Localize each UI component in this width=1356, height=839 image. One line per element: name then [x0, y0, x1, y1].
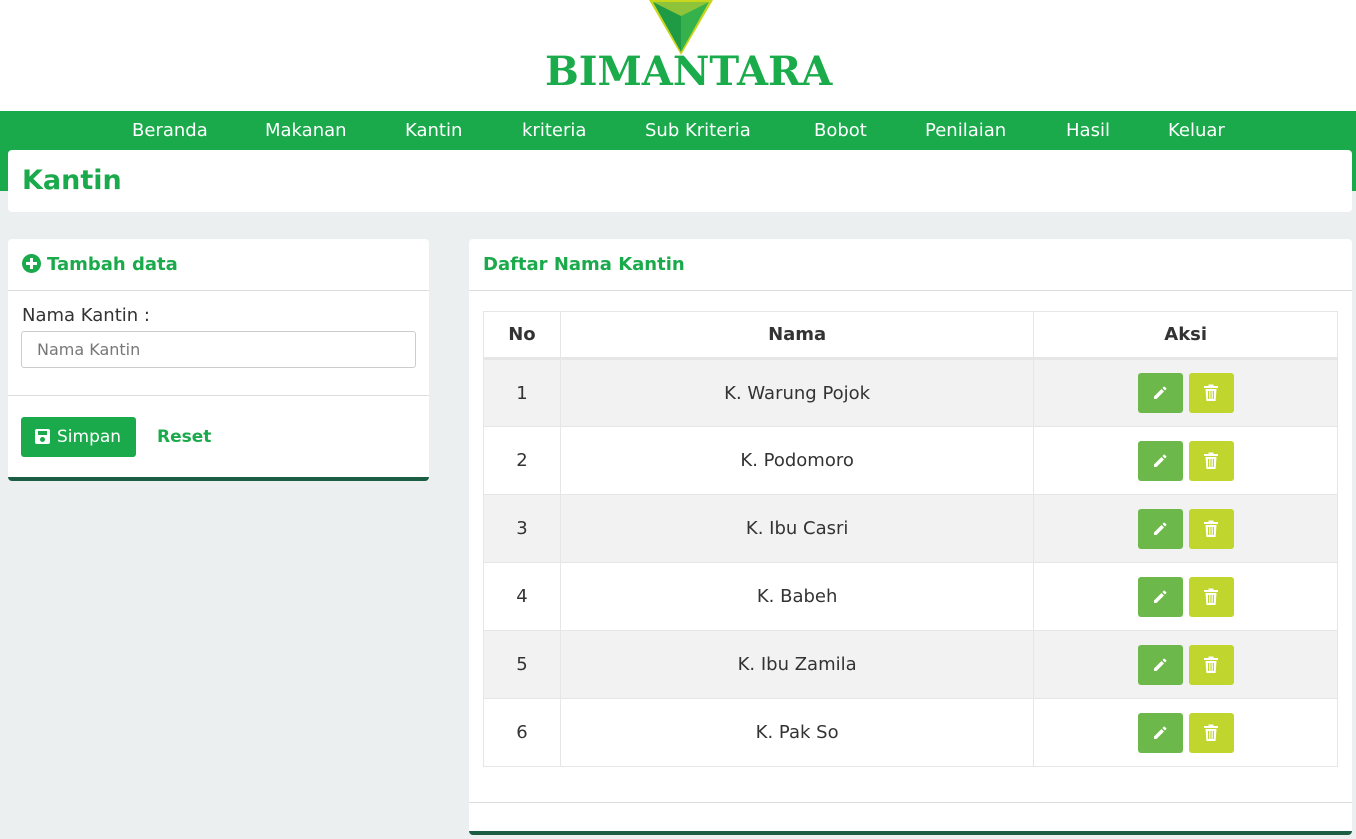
table-row: 2 K. Podomoro [483, 426, 1338, 495]
page-title: Kantin [22, 165, 122, 196]
cell-nama: K. Ibu Zamila [559, 630, 1035, 699]
column-header-no: No [483, 311, 561, 360]
delete-button[interactable] [1188, 644, 1234, 685]
cell-nama: K. Podomoro [559, 426, 1035, 495]
trash-icon [1189, 645, 1234, 685]
delete-button[interactable] [1188, 373, 1234, 413]
edit-button[interactable] [1137, 508, 1183, 549]
pencil-icon [1138, 509, 1183, 549]
cell-no: 6 [483, 698, 561, 767]
pencil-icon [1138, 645, 1183, 685]
table-row: 3 K. Ibu Casri [483, 494, 1338, 563]
nav-item-beranda[interactable]: Beranda [132, 120, 208, 141]
delete-button[interactable] [1188, 576, 1234, 617]
pencil-icon [1138, 441, 1183, 481]
column-header-aksi: Aksi [1033, 311, 1338, 360]
save-button[interactable]: Simpan [21, 417, 136, 457]
trash-icon [1189, 509, 1234, 549]
edit-button[interactable] [1137, 373, 1183, 413]
brand-name: BIMANTARA [545, 48, 833, 95]
cell-aksi [1033, 698, 1338, 767]
cell-no: 1 [483, 358, 561, 427]
cell-nama: K. Babeh [559, 562, 1035, 631]
edit-button[interactable] [1137, 576, 1183, 617]
table-row: 4 K. Babeh [483, 562, 1338, 631]
save-button-label: Simpan [57, 427, 122, 447]
form-divider [8, 395, 429, 396]
cell-no: 5 [483, 630, 561, 699]
card-footer-divider [469, 802, 1352, 803]
table-row: 6 K. Pak So [483, 698, 1338, 767]
edit-button[interactable] [1137, 440, 1183, 481]
bimantara-logo[interactable]: BIMANTARA [545, 0, 833, 95]
kantin-list-card: Daftar Nama Kantin No Nama Aksi 1 K. Waru… [469, 239, 1352, 835]
table-row: 1 K. Warung Pojok [483, 358, 1338, 427]
kantin-list-heading: Daftar Nama Kantin [483, 254, 685, 275]
add-data-heading: Tambah data [22, 254, 178, 275]
cell-nama: K. Pak So [559, 698, 1035, 767]
edit-button[interactable] [1137, 712, 1183, 753]
delete-button[interactable] [1188, 712, 1234, 753]
pencil-icon [1138, 373, 1183, 413]
column-header-nama: Nama [559, 311, 1035, 360]
table-body: 1 K. Warung Pojok 2 K. Podomoro 3 K. Ibu Casr… [483, 358, 1338, 767]
cell-aksi [1033, 358, 1338, 427]
nav-item-hasil[interactable]: Hasil [1066, 120, 1110, 141]
cell-no: 2 [483, 426, 561, 495]
add-data-card: Tambah data Nama Kantin : Simpan Reset [8, 239, 429, 481]
trash-icon [1189, 577, 1234, 617]
delete-button[interactable] [1188, 508, 1234, 549]
trash-icon [1189, 713, 1234, 753]
table-header-row: No Nama Aksi [483, 311, 1338, 360]
nav-item-kantin[interactable]: Kantin [405, 120, 462, 141]
nav-item-sub-kriteria[interactable]: Sub Kriteria [645, 120, 751, 141]
plus-circle-icon [22, 254, 41, 273]
nav-item-penilaian[interactable]: Penilaian [925, 120, 1006, 141]
table-row: 5 K. Ibu Zamila [483, 630, 1338, 699]
pencil-icon [1138, 577, 1183, 617]
cell-nama: K. Ibu Casri [559, 494, 1035, 563]
kantin-list-header: Daftar Nama Kantin [469, 239, 1352, 291]
nav-item-kriteria[interactable]: kriteria [522, 120, 586, 141]
cell-aksi [1033, 426, 1338, 495]
save-icon [35, 429, 50, 444]
header: BIMANTARA [0, 0, 1356, 111]
delete-button[interactable] [1188, 440, 1234, 481]
kantin-table: No Nama Aksi 1 K. Warung Pojok 2 K. Podomor… [483, 311, 1338, 767]
add-data-header: Tambah data [8, 239, 429, 291]
cell-no: 3 [483, 494, 561, 563]
trash-icon [1189, 441, 1234, 481]
cell-aksi [1033, 562, 1338, 631]
cell-aksi [1033, 630, 1338, 699]
reset-button[interactable]: Reset [157, 427, 211, 447]
cell-nama: K. Warung Pojok [559, 358, 1035, 427]
nav-item-keluar[interactable]: Keluar [1168, 120, 1225, 141]
page-title-card: Kantin [8, 150, 1352, 212]
add-data-title: Tambah data [47, 254, 178, 275]
pencil-icon [1138, 713, 1183, 753]
nav-item-bobot[interactable]: Bobot [814, 120, 867, 141]
nama-kantin-label: Nama Kantin : [22, 305, 150, 326]
nama-kantin-input[interactable] [21, 331, 416, 368]
trash-icon [1189, 373, 1234, 413]
edit-button[interactable] [1137, 644, 1183, 685]
nav-item-makanan[interactable]: Makanan [265, 120, 347, 141]
cell-no: 4 [483, 562, 561, 631]
nav-menu: Beranda Makanan Kantin kriteria Sub Krit… [0, 111, 1356, 150]
cell-aksi [1033, 494, 1338, 563]
